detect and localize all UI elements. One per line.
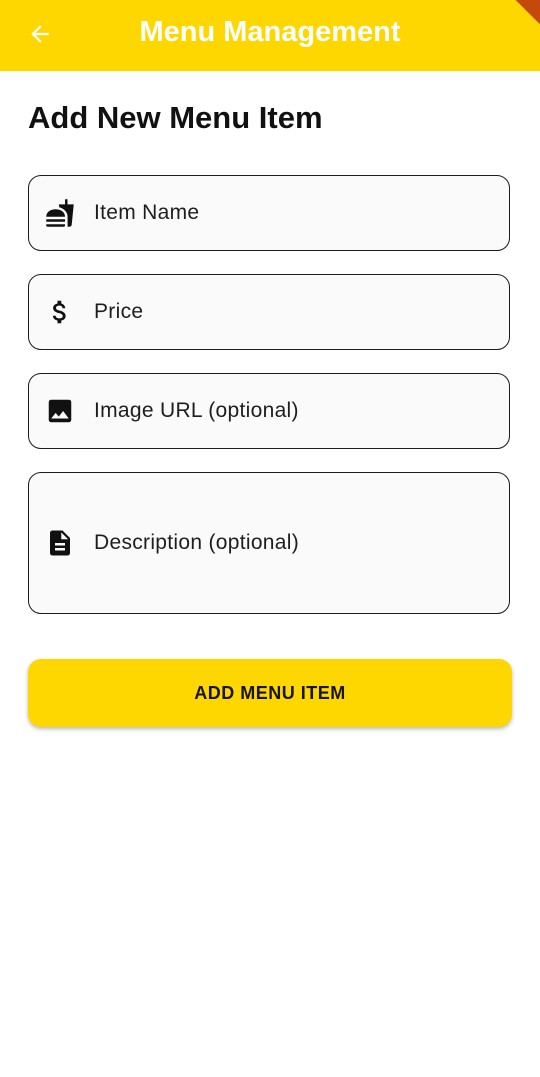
page-title: Add New Menu Item bbox=[28, 100, 323, 135]
item-name-field[interactable]: Item Name bbox=[28, 175, 510, 251]
add-menu-item-button[interactable]: ADD MENU ITEM bbox=[28, 659, 512, 727]
app-bar: Menu Management bbox=[0, 0, 540, 71]
image-url-field[interactable]: Image URL (optional) bbox=[28, 373, 510, 449]
image-url-label: Image URL (optional) bbox=[94, 399, 299, 422]
app-title: Menu Management bbox=[139, 16, 401, 48]
fastfood-icon bbox=[45, 198, 75, 228]
price-field[interactable]: Price bbox=[28, 274, 510, 350]
price-label: Price bbox=[94, 300, 144, 323]
image-icon bbox=[45, 396, 75, 426]
add-menu-item-label: ADD MENU ITEM bbox=[194, 682, 346, 703]
item-name-label: Item Name bbox=[94, 201, 200, 224]
description-icon bbox=[45, 528, 75, 558]
description-field[interactable]: Description (optional) bbox=[28, 472, 510, 614]
dollar-icon bbox=[45, 297, 75, 327]
description-label: Description (optional) bbox=[94, 531, 300, 554]
